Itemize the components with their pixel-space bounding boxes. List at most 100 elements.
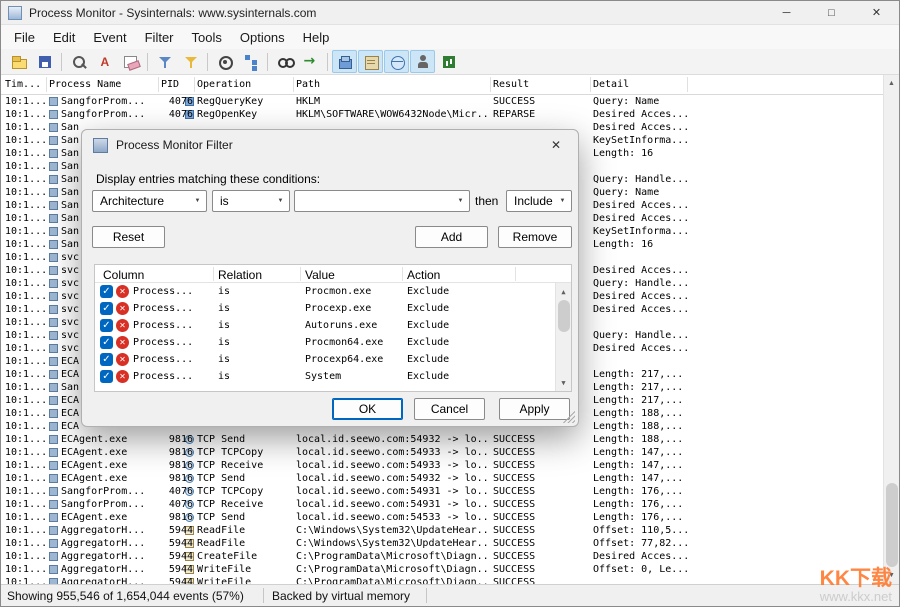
column-header-operation[interactable]: Operation xyxy=(197,79,251,90)
event-row[interactable]: 10:1...AggregatorH...5944WriteFileC:\Pro… xyxy=(1,563,883,576)
filter-relation-select[interactable]: is ▼ xyxy=(212,190,290,212)
menu-file[interactable]: File xyxy=(5,27,44,48)
filter-row[interactable]: ✓✕Process...isProcmon.exeExclude xyxy=(95,283,555,300)
filter-col-header-action[interactable]: Action xyxy=(407,268,440,282)
column-header-path[interactable]: Path xyxy=(296,79,320,90)
toolbar-registry-button[interactable] xyxy=(332,50,357,73)
column-header-result[interactable]: Result xyxy=(493,79,529,90)
minimize-button[interactable]: ─ xyxy=(764,1,809,24)
menu-event[interactable]: Event xyxy=(84,27,135,48)
filter-action-select[interactable]: Include ▼ xyxy=(506,190,572,212)
filter-column-divider[interactable] xyxy=(515,267,516,281)
column-divider[interactable] xyxy=(158,77,159,92)
column-header-detail[interactable]: Detail xyxy=(593,79,629,90)
filter-enabled-checkbox[interactable]: ✓ xyxy=(100,353,113,366)
toolbar-process-tree-button[interactable] xyxy=(238,50,263,73)
toolbar-network-button[interactable] xyxy=(384,50,409,73)
event-row[interactable]: 10:1...AggregatorH...5944CreateFileC:\Pr… xyxy=(1,550,883,563)
toolbar-file-system-button[interactable] xyxy=(358,50,383,73)
dialog-title-bar[interactable]: Process Monitor Filter ✕ xyxy=(82,130,578,160)
filter-row[interactable]: ✓✕Process...isProcmon64.exeExclude xyxy=(95,334,555,351)
filter-column-select[interactable]: Architecture ▼ xyxy=(92,190,207,212)
apply-button[interactable]: Apply xyxy=(499,398,570,420)
filter-row[interactable]: ✓✕Process...isAutoruns.exeExclude xyxy=(95,317,555,334)
toolbar-jump-to-button[interactable] xyxy=(298,50,323,73)
filter-column-divider[interactable] xyxy=(213,267,214,281)
menu-help[interactable]: Help xyxy=(294,27,339,48)
column-divider[interactable] xyxy=(490,77,491,92)
filter-column-divider[interactable] xyxy=(300,267,301,281)
cell-time: 10:1... xyxy=(5,485,47,498)
filter-enabled-checkbox[interactable]: ✓ xyxy=(100,302,113,315)
column-header-time[interactable]: Tim... xyxy=(5,79,41,90)
scroll-up-icon[interactable]: ▲ xyxy=(556,284,571,299)
resize-grip[interactable] xyxy=(563,411,575,423)
dialog-close-button[interactable]: ✕ xyxy=(534,130,578,160)
filter-enabled-checkbox[interactable]: ✓ xyxy=(100,319,113,332)
toolbar-find-button[interactable] xyxy=(272,50,297,73)
toolbar-profiling-button[interactable] xyxy=(436,50,461,73)
column-divider[interactable] xyxy=(590,77,591,92)
event-row[interactable]: 10:1...AggregatorH...5944WriteFileC:\Pro… xyxy=(1,576,883,584)
filter-list-scrollbar[interactable]: ▲ ▼ xyxy=(555,283,571,391)
menu-options[interactable]: Options xyxy=(231,27,294,48)
filter-row[interactable]: ✓✕Process...isProcexp64.exeExclude xyxy=(95,351,555,368)
event-row[interactable]: 10:1...SangforProm...4076RegQueryKeyHKLM… xyxy=(1,95,883,108)
filter-value-select[interactable]: ▼ xyxy=(294,190,470,212)
event-row[interactable]: 10:1...ECAgent.exe9816TCP Sendlocal.id.s… xyxy=(1,433,883,446)
event-row[interactable]: 10:1...SangforProm...4076TCP Receiveloca… xyxy=(1,498,883,511)
event-row[interactable]: 10:1...SangforProm...4076RegOpenKeyHKLM\… xyxy=(1,108,883,121)
toolbar-open-button[interactable] xyxy=(6,50,31,73)
toolbar-autoscroll-button[interactable] xyxy=(92,50,117,73)
column-divider[interactable] xyxy=(46,77,47,92)
column-divider[interactable] xyxy=(194,77,195,92)
cell-path: C:\ProgramData\Microsoft\Diagn... xyxy=(296,550,488,563)
toolbar-capture-button[interactable] xyxy=(66,50,91,73)
cancel-button[interactable]: Cancel xyxy=(414,398,485,420)
column-divider[interactable] xyxy=(687,77,688,92)
close-button[interactable]: ✕ xyxy=(854,1,899,24)
scroll-down-icon[interactable]: ▼ xyxy=(556,375,571,390)
column-header-pid[interactable]: PID xyxy=(161,79,179,90)
filter-col-header-relation[interactable]: Relation xyxy=(218,268,262,282)
toolbar-filter-button[interactable] xyxy=(152,50,177,73)
filter-enabled-checkbox[interactable]: ✓ xyxy=(100,370,113,383)
event-row[interactable]: 10:1...AggregatorH...5944ReadFileC:\Wind… xyxy=(1,537,883,550)
filter-col-header-value[interactable]: Value xyxy=(305,268,335,282)
title-bar[interactable]: Process Monitor - Sysinternals: www.sysi… xyxy=(1,1,899,25)
toolbar-save-button[interactable] xyxy=(32,50,57,73)
cell-result: SUCCESS xyxy=(493,550,589,563)
toolbar-clear-button[interactable] xyxy=(118,50,143,73)
event-row[interactable]: 10:1...ECAgent.exe9816TCP Sendlocal.id.s… xyxy=(1,511,883,524)
maximize-button[interactable]: □ xyxy=(809,1,854,24)
filter-row[interactable]: ✓✕Process...isProcexp.exeExclude xyxy=(95,300,555,317)
filter-cell-action: Exclude xyxy=(407,320,449,331)
menu-edit[interactable]: Edit xyxy=(44,27,84,48)
reset-button[interactable]: Reset xyxy=(92,226,165,248)
toolbar-include-process-button[interactable] xyxy=(212,50,237,73)
remove-button[interactable]: Remove xyxy=(498,226,572,248)
scrollbar-thumb[interactable] xyxy=(558,300,570,332)
filter-column-divider[interactable] xyxy=(402,267,403,281)
toolbar-process-thread-button[interactable] xyxy=(410,50,435,73)
event-row[interactable]: 10:1...ECAgent.exe9816TCP TCPCopylocal.i… xyxy=(1,446,883,459)
ok-button[interactable]: OK xyxy=(332,398,403,420)
scrollbar-thumb[interactable] xyxy=(886,483,898,567)
add-button[interactable]: Add xyxy=(415,226,488,248)
dialog-title: Process Monitor Filter xyxy=(116,138,233,152)
event-row[interactable]: 10:1...AggregatorH...5944ReadFileC:\Wind… xyxy=(1,524,883,537)
column-header-process[interactable]: Process Name xyxy=(49,79,121,90)
menu-filter[interactable]: Filter xyxy=(136,27,183,48)
menu-tools[interactable]: Tools xyxy=(183,27,231,48)
column-divider[interactable] xyxy=(293,77,294,92)
filter-enabled-checkbox[interactable]: ✓ xyxy=(100,336,113,349)
scroll-up-icon[interactable]: ▲ xyxy=(884,76,899,91)
event-row[interactable]: 10:1...SangforProm...4076TCP TCPCopyloca… xyxy=(1,485,883,498)
event-row[interactable]: 10:1...ECAgent.exe9816TCP Sendlocal.id.s… xyxy=(1,472,883,485)
event-row[interactable]: 10:1...ECAgent.exe9816TCP Receivelocal.i… xyxy=(1,459,883,472)
filter-col-header-column[interactable]: Column xyxy=(103,268,144,282)
filter-row[interactable]: ✓✕Process...isSystemExclude xyxy=(95,368,555,385)
main-scrollbar[interactable]: ▲ ▼ xyxy=(883,75,899,584)
toolbar-highlight-button[interactable] xyxy=(178,50,203,73)
filter-enabled-checkbox[interactable]: ✓ xyxy=(100,285,113,298)
